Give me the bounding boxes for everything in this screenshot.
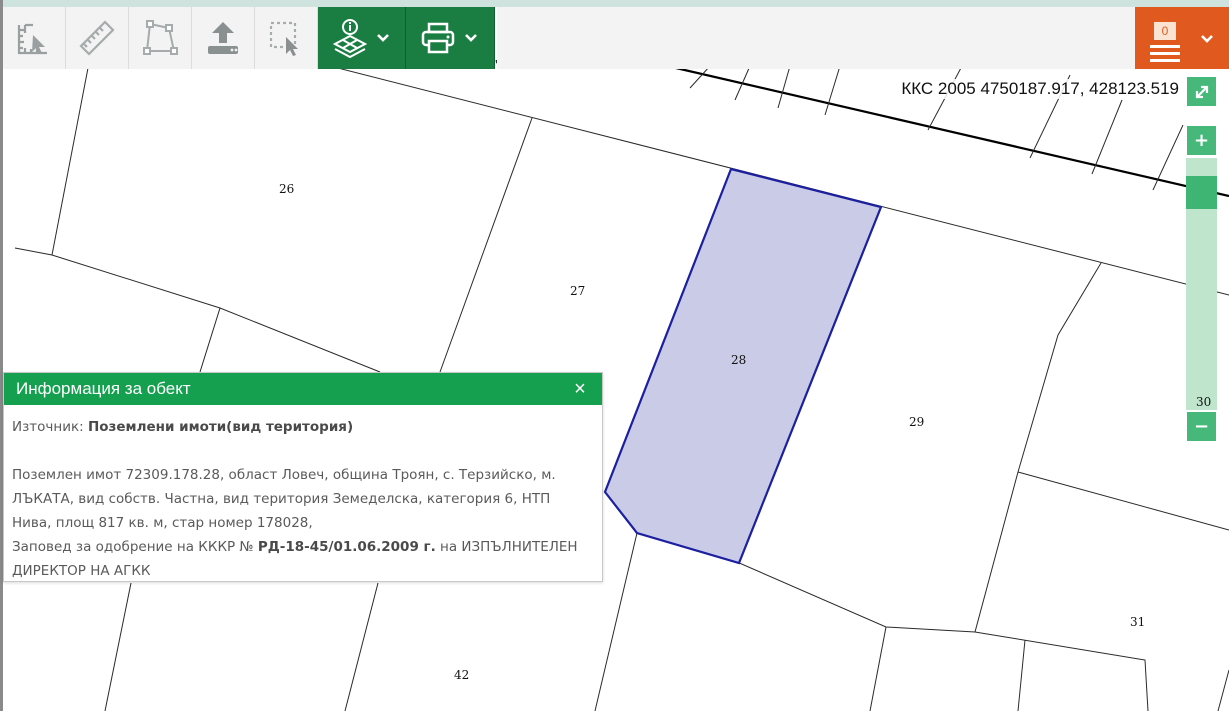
toolbar-background xyxy=(497,7,1135,69)
ruler-icon xyxy=(79,20,115,56)
layers-list-icon xyxy=(1150,45,1180,62)
upload-button[interactable] xyxy=(192,7,255,69)
object-info-panel: Информация за обект × Източник: Поземлен… xyxy=(3,372,603,582)
info-source: Източник: Поземлени имоти(вид територия) xyxy=(12,415,594,439)
cadastral-map[interactable] xyxy=(3,7,1229,711)
fullscreen-button[interactable] xyxy=(1186,76,1217,107)
ruler-cursor-icon xyxy=(17,23,47,55)
polygon-icon xyxy=(143,20,178,55)
chevron-down-icon xyxy=(376,34,389,42)
expand-icon xyxy=(1195,85,1208,98)
close-icon[interactable]: × xyxy=(570,378,590,401)
info-panel-title: Информация за обект xyxy=(16,379,191,398)
info-panel-header: Информация за обект × xyxy=(4,373,602,405)
parcel-label-26: 26 xyxy=(279,182,295,196)
main-toolbar xyxy=(3,7,495,69)
parcel-label-29: 29 xyxy=(909,415,925,429)
parcel-label-42: 42 xyxy=(454,668,470,682)
layers-menu-button[interactable]: 0 xyxy=(1135,7,1229,69)
parcel-description: Поземлен имот 72309.178.28, област Ловеч… xyxy=(12,467,556,531)
printer-icon xyxy=(421,22,455,54)
parcel-label-31: 31 xyxy=(1130,615,1146,629)
parcel-label-27: 27 xyxy=(570,284,586,298)
identify-measure-button[interactable] xyxy=(3,7,66,69)
chevron-down-icon xyxy=(1201,35,1213,43)
chevron-down-icon xyxy=(465,34,477,42)
parcel-label-28: 28 xyxy=(731,353,747,367)
source-label: Източник: xyxy=(12,419,88,435)
zoom-level-label: 30 xyxy=(1196,395,1212,409)
info-description: Поземлен имот 72309.178.28, област Ловеч… xyxy=(12,463,594,583)
layers-count-badge: 0 xyxy=(1154,22,1176,40)
info-layers-button[interactable] xyxy=(318,7,406,69)
selection-cursor-icon xyxy=(269,21,298,56)
top-strip xyxy=(0,0,1229,7)
order-prefix: Заповед за одобрение на КККР № xyxy=(12,539,258,555)
measure-area-button[interactable] xyxy=(129,7,192,69)
order-number: РД-18-45/01.06.2009 г. xyxy=(257,539,436,555)
coordinates-readout: ККС 2005 4750187.917, 428123.519 xyxy=(899,79,1181,99)
print-button[interactable] xyxy=(406,7,495,69)
info-panel-body: Източник: Поземлени имоти(вид територия)… xyxy=(4,405,602,583)
zoom-out-button[interactable]: − xyxy=(1186,411,1217,442)
left-edge xyxy=(0,0,3,711)
zoom-in-button[interactable]: + xyxy=(1186,125,1217,156)
measure-distance-button[interactable] xyxy=(66,7,129,69)
zoom-slider-handle[interactable] xyxy=(1186,176,1217,209)
upload-icon xyxy=(208,22,238,54)
info-layers-icon xyxy=(332,19,367,58)
select-area-button[interactable] xyxy=(255,7,318,69)
source-value: Поземлени имоти(вид територия) xyxy=(87,419,354,435)
